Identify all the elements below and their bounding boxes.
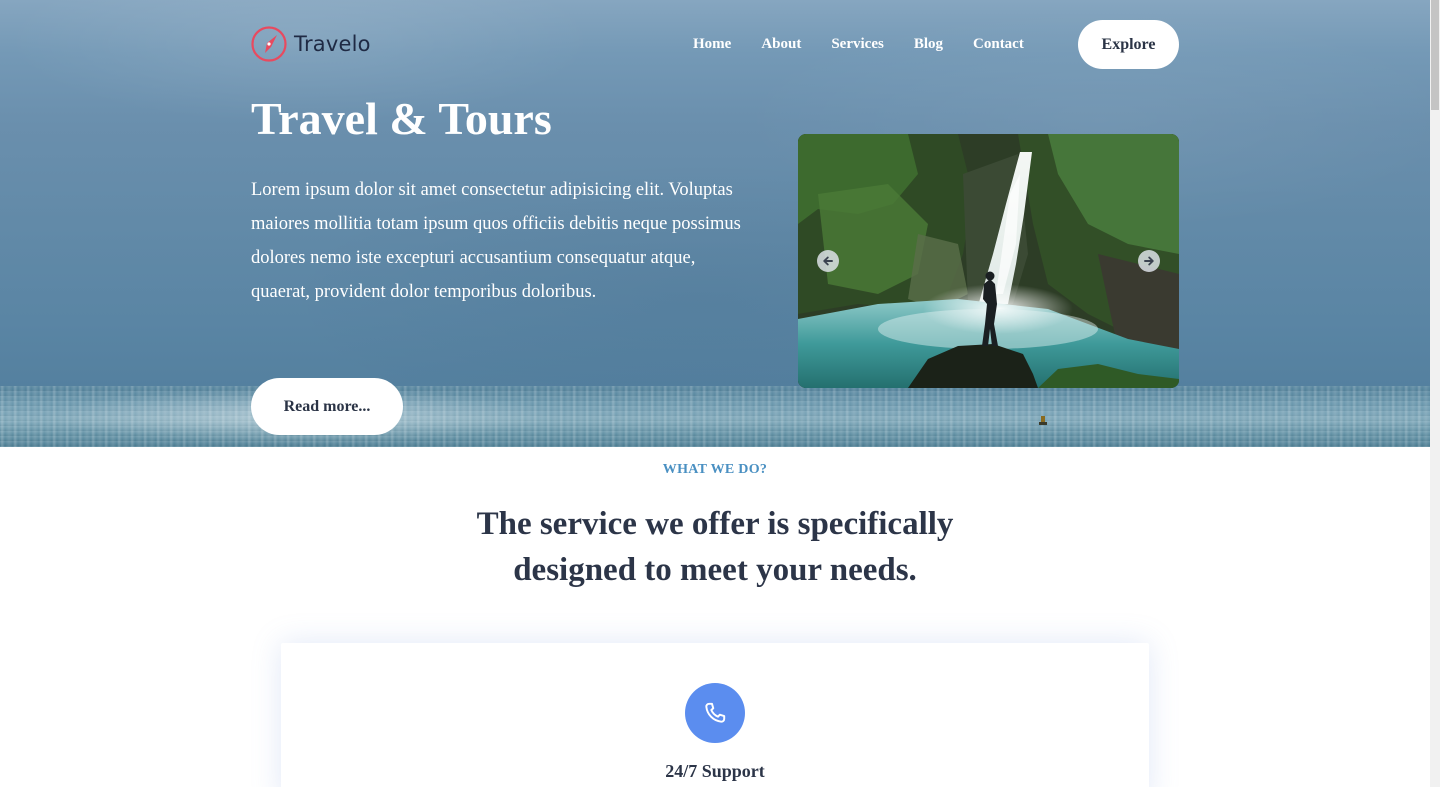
- nav-contact[interactable]: Contact: [973, 36, 1024, 53]
- service-card-title: 24/7 Support: [665, 761, 765, 781]
- image-slider[interactable]: [798, 134, 1179, 388]
- hero-title: Travel & Tours: [251, 93, 552, 144]
- slider-next-button[interactable]: [1138, 250, 1160, 272]
- main-nav: Home About Services Blog Contact: [693, 36, 1054, 53]
- section-eyebrow: WHAT WE DO?: [662, 462, 768, 477]
- compass-icon: [251, 26, 287, 62]
- nav-blog[interactable]: Blog: [914, 36, 943, 53]
- service-icon-badge: [685, 683, 745, 743]
- service-card-support: 24/7 Support: [281, 643, 1149, 787]
- page-scrollbar[interactable]: [1430, 0, 1440, 787]
- scrollbar-thumb[interactable]: [1431, 0, 1439, 110]
- logo[interactable]: Travelo: [250, 25, 371, 63]
- brand-name: Travelo: [294, 32, 371, 56]
- phone-icon: [705, 702, 726, 723]
- buoy-icon: [1039, 416, 1047, 425]
- nav-about[interactable]: About: [761, 36, 801, 53]
- nav-home[interactable]: Home: [693, 36, 731, 53]
- slider-prev-button[interactable]: [817, 250, 839, 272]
- arrow-left-circle-icon: [823, 256, 833, 266]
- read-more-button[interactable]: Read more...: [251, 378, 403, 435]
- arrow-right-circle-icon: [1144, 256, 1154, 266]
- explore-button[interactable]: Explore: [1078, 20, 1179, 69]
- waterfall-image: [798, 134, 1179, 388]
- nav-services[interactable]: Services: [831, 36, 883, 53]
- hero-description: Lorem ipsum dolor sit amet consectetur a…: [251, 180, 741, 302]
- section-title: The service we offer is specifically des…: [476, 506, 954, 588]
